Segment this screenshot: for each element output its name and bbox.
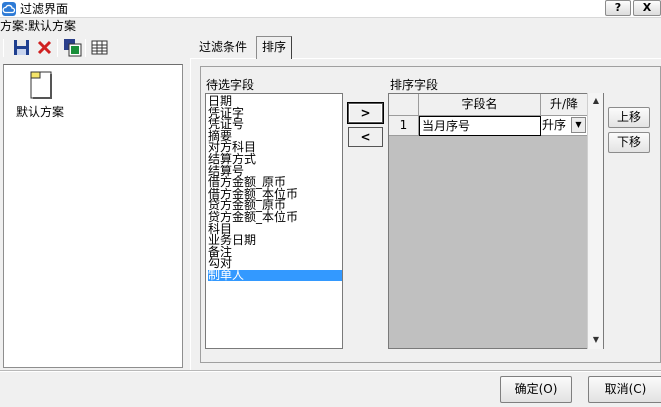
remove-field-button[interactable]: <	[348, 127, 383, 147]
sort-fields-label: 排序字段	[390, 78, 439, 92]
move-down-button[interactable]: 下移	[608, 132, 650, 153]
window-title: 过滤界面	[20, 2, 69, 16]
chevron-down-icon[interactable]: ▼	[571, 117, 586, 133]
scroll-down-icon[interactable]: ▼	[589, 333, 603, 347]
column-header-order: 升/降	[541, 94, 588, 116]
candidate-fields-label: 待选字段	[206, 78, 255, 92]
toolbar-grip	[3, 39, 4, 57]
ok-button[interactable]: 确定(O)	[500, 376, 572, 403]
add-field-button[interactable]: >	[348, 103, 383, 123]
delete-icon[interactable]	[35, 38, 54, 57]
grid-vertical-scrollbar[interactable]: ▲ ▼	[587, 93, 603, 349]
order-select[interactable]: 升序 ▼	[541, 116, 588, 136]
cancel-button[interactable]: 取消(C)	[588, 376, 661, 403]
scheme-item-label: 默认方案	[16, 105, 65, 119]
grid-corner-cell	[389, 94, 419, 116]
save-icon[interactable]	[12, 38, 31, 57]
scheme-label: 方案:	[0, 19, 29, 33]
move-up-button[interactable]: 上移	[608, 107, 650, 128]
scheme-list-panel[interactable]: 默认方案	[3, 64, 183, 368]
tab-sort[interactable]: 排序	[256, 36, 293, 59]
help-button[interactable]: ?	[605, 0, 631, 16]
title-bar	[0, 0, 661, 18]
scheme-file-icon	[30, 71, 52, 99]
footer-divider	[0, 370, 661, 372]
list-item[interactable]: 制单人	[208, 269, 342, 281]
toolbar	[0, 36, 118, 61]
save-as-icon[interactable]	[63, 38, 82, 57]
toolbar-separator	[57, 39, 58, 57]
scroll-up-icon[interactable]: ▲	[589, 94, 603, 108]
app-cloud-icon	[2, 2, 16, 16]
candidate-fields-list[interactable]: 日期 凭证字 凭证号 摘要 对方科目 结算方式 结算号 借方金额_原币 借方金额_本位币 贷方金额…	[205, 93, 343, 349]
sort-fields-grid[interactable]: 字段名 升/降 1 当月序号 升序 ▼	[388, 93, 604, 349]
close-button[interactable]: X	[633, 0, 661, 16]
grid-icon[interactable]	[90, 38, 109, 57]
scheme-caption: 方案:默认方案	[0, 19, 76, 34]
order-select-value: 升序	[542, 118, 567, 132]
column-header-field: 字段名	[419, 94, 541, 116]
scheme-current: 默认方案	[28, 19, 77, 33]
row-field-cell[interactable]: 当月序号	[419, 116, 541, 136]
row-index: 1	[389, 116, 419, 136]
tab-filter-conditions[interactable]: 过滤条件	[193, 38, 253, 58]
scheme-list-item[interactable]: 默认方案	[14, 71, 84, 127]
toolbar-separator	[85, 39, 86, 57]
